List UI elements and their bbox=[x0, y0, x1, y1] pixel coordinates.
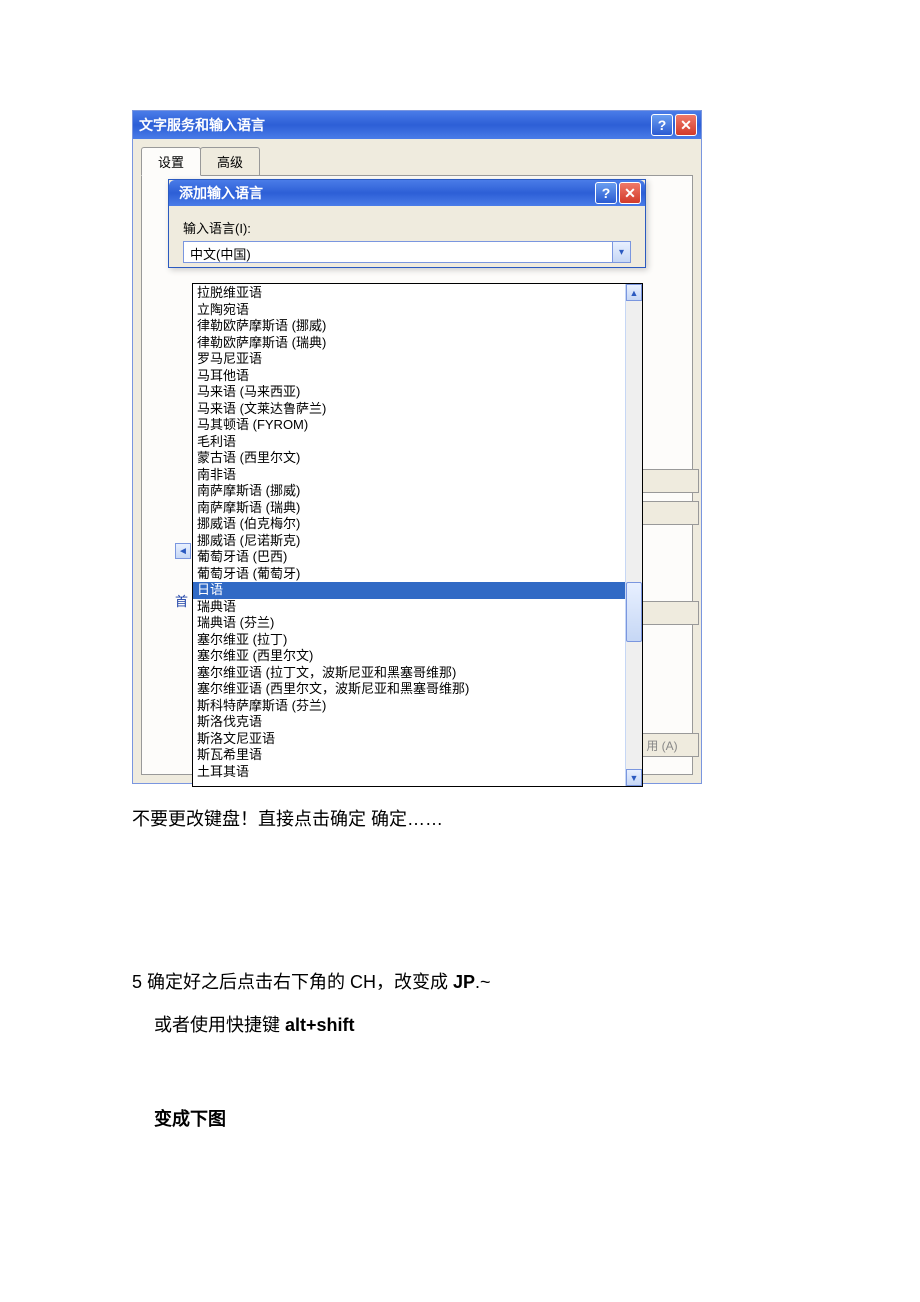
outer-titlebar[interactable]: 文字服务和输入语言 ? ✕ bbox=[133, 111, 701, 139]
language-option[interactable]: 斯科特萨摩斯语 (芬兰) bbox=[193, 698, 625, 715]
language-option[interactable]: 南萨摩斯语 (挪威) bbox=[193, 483, 625, 500]
outer-window: 文字服务和输入语言 ? ✕ 设置 高级 ◄ 首 用 (A) 添加输入语言 ? bbox=[132, 110, 702, 784]
add-input-language-dialog: 添加输入语言 ? ✕ 输入语言(I): 中文(中国) ▾ bbox=[168, 179, 646, 268]
chevron-down-icon[interactable]: ▾ bbox=[612, 242, 630, 262]
language-option[interactable]: 马其顿语 (FYROM) bbox=[193, 417, 625, 434]
language-option[interactable]: 斯洛文尼亚语 bbox=[193, 731, 625, 748]
language-option[interactable]: 挪威语 (尼诺斯克) bbox=[193, 533, 625, 550]
input-language-label: 输入语言(I): bbox=[183, 218, 631, 237]
outer-window-title: 文字服务和输入语言 bbox=[139, 115, 265, 135]
scroll-left-icon[interactable]: ◄ bbox=[175, 543, 191, 559]
tab-settings[interactable]: 设置 bbox=[141, 147, 201, 176]
language-option[interactable]: 斯洛伐克语 bbox=[193, 714, 625, 731]
language-option[interactable]: 塞尔维亚 (西里尔文) bbox=[193, 648, 625, 665]
language-dropdown-list[interactable]: 拉脱维亚语立陶宛语律勒欧萨摩斯语 (挪威)律勒欧萨摩斯语 (瑞典)罗马尼亚语马耳… bbox=[192, 283, 643, 787]
language-option[interactable]: 挪威语 (伯克梅尔) bbox=[193, 516, 625, 533]
help-icon[interactable]: ? bbox=[651, 114, 673, 136]
input-language-combobox[interactable]: 中文(中国) ▾ bbox=[183, 241, 631, 263]
pref-label-fragment: 首 bbox=[175, 591, 188, 610]
inner-dialog-title: 添加输入语言 bbox=[179, 183, 263, 203]
inner-help-icon[interactable]: ? bbox=[595, 182, 617, 204]
combobox-value: 中文(中国) bbox=[184, 242, 612, 262]
language-option[interactable]: 瑞典语 bbox=[193, 599, 625, 616]
language-option[interactable]: 南萨摩斯语 (瑞典) bbox=[193, 500, 625, 517]
language-option[interactable]: 瑞典语 (芬兰) bbox=[193, 615, 625, 632]
language-option[interactable]: 塞尔维亚 (拉丁) bbox=[193, 632, 625, 649]
language-option[interactable]: 毛利语 bbox=[193, 434, 625, 451]
language-option[interactable]: 塞尔维亚语 (拉丁文，波斯尼亚和黑塞哥维那) bbox=[193, 665, 625, 682]
doc-shortcut: 或者使用快捷键 alt+shift bbox=[132, 1004, 702, 1047]
document-text: 不要更改键盘！直接点击确定 确定…… 5 确定好之后点击右下角的 CH，改变成 … bbox=[132, 798, 702, 1141]
scroll-track[interactable] bbox=[626, 301, 642, 769]
language-option[interactable]: 罗马尼亚语 bbox=[193, 351, 625, 368]
scroll-up-icon[interactable]: ▲ bbox=[626, 284, 642, 301]
tab-strip: 设置 高级 bbox=[141, 147, 693, 176]
doc-line-1: 不要更改键盘！直接点击确定 确定…… bbox=[132, 798, 702, 841]
language-option[interactable]: 律勒欧萨摩斯语 (挪威) bbox=[193, 318, 625, 335]
language-option[interactable]: 马来语 (马来西亚) bbox=[193, 384, 625, 401]
language-option[interactable]: 葡萄牙语 (巴西) bbox=[193, 549, 625, 566]
dropdown-scrollbar[interactable]: ▲ ▼ bbox=[625, 284, 642, 786]
tab-advanced[interactable]: 高级 bbox=[200, 147, 260, 176]
doc-step5: 5 确定好之后点击右下角的 CH，改变成 JP.~ bbox=[132, 961, 702, 1004]
language-option[interactable]: 立陶宛语 bbox=[193, 302, 625, 319]
language-option[interactable]: 塞尔维亚语 (西里尔文，波斯尼亚和黑塞哥维那) bbox=[193, 681, 625, 698]
scroll-thumb[interactable] bbox=[626, 582, 642, 642]
language-option[interactable]: 马耳他语 bbox=[193, 368, 625, 385]
language-option[interactable]: 马来语 (文莱达鲁萨兰) bbox=[193, 401, 625, 418]
language-option[interactable]: 葡萄牙语 (葡萄牙) bbox=[193, 566, 625, 583]
language-option[interactable]: 日语 bbox=[193, 582, 625, 599]
scroll-down-icon[interactable]: ▼ bbox=[626, 769, 642, 786]
doc-final: 变成下图 bbox=[154, 1109, 226, 1129]
language-option[interactable]: 律勒欧萨摩斯语 (瑞典) bbox=[193, 335, 625, 352]
close-icon[interactable]: ✕ bbox=[675, 114, 697, 136]
language-option[interactable]: 斯瓦希里语 bbox=[193, 747, 625, 764]
language-option[interactable]: 南非语 bbox=[193, 467, 625, 484]
language-option[interactable]: 土耳其语 bbox=[193, 764, 625, 781]
language-option[interactable]: 蒙古语 (西里尔文) bbox=[193, 450, 625, 467]
language-option[interactable]: 拉脱维亚语 bbox=[193, 285, 625, 302]
inner-close-icon[interactable]: ✕ bbox=[619, 182, 641, 204]
inner-titlebar[interactable]: 添加输入语言 ? ✕ bbox=[169, 180, 645, 206]
